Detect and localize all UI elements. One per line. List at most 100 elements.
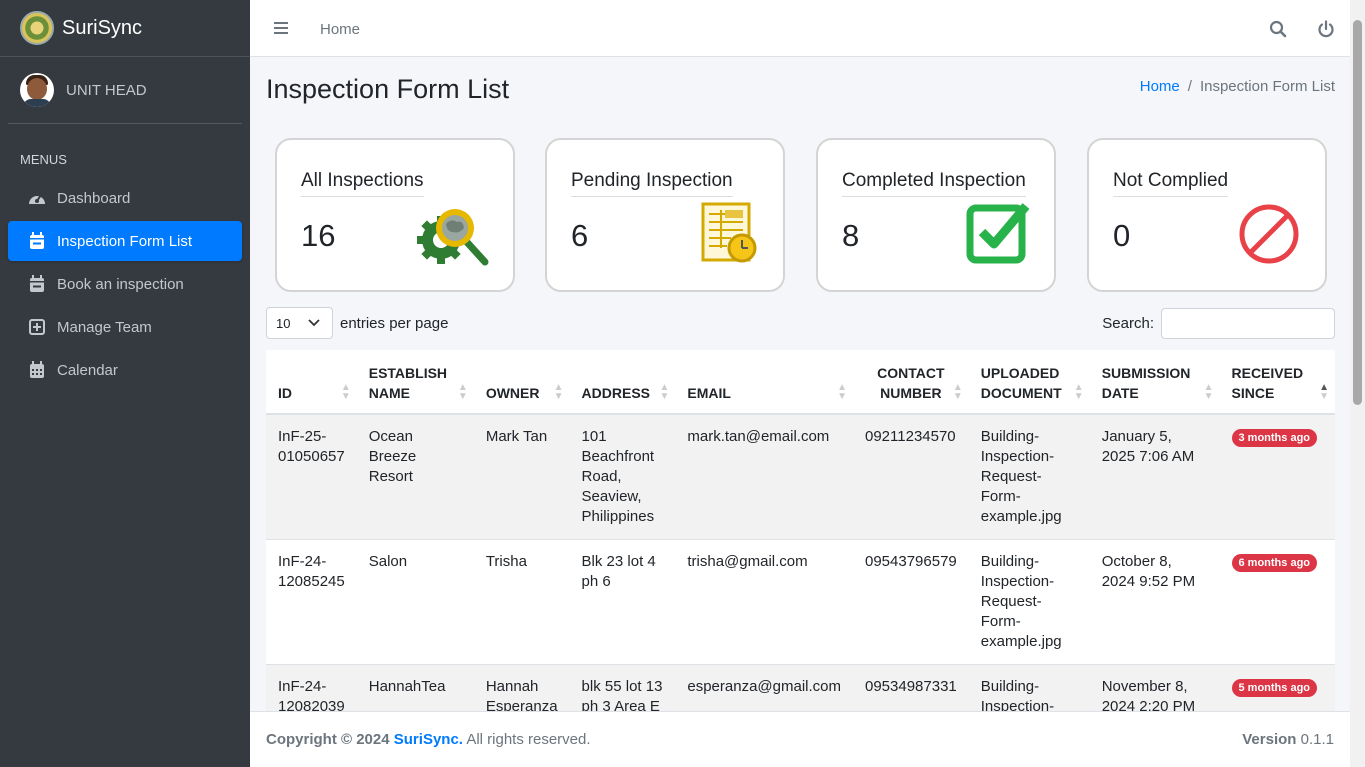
- cell-id: InF-25-01050657: [266, 413, 357, 540]
- cell-address: blk 55 lot 13 ph 3 Area E: [569, 664, 676, 711]
- cell-id: InF-24-12082039: [266, 664, 357, 711]
- cell-since: 3 months ago: [1219, 413, 1335, 540]
- sidebar-item-dashboard[interactable]: Dashboard: [8, 178, 242, 218]
- nav-header: MENUS: [20, 152, 67, 167]
- cell-name: HannahTea: [356, 664, 474, 711]
- sidebar-item-label: Dashboard: [57, 189, 131, 207]
- search-input[interactable]: [1161, 308, 1335, 339]
- status-badge: 3 months ago: [1231, 429, 1318, 447]
- breadcrumb: Home / Inspection Form List: [1140, 78, 1335, 95]
- cell-name: Ocean Breeze Resort: [356, 413, 474, 540]
- card-value: 8: [842, 218, 860, 253]
- footer-copyright: Copyright © 2024 SuriSync. All rights re…: [266, 731, 591, 748]
- sidebar-item-calendar[interactable]: Calendar: [8, 350, 242, 390]
- sidebar-item-manage-team[interactable]: Manage Team: [8, 307, 242, 347]
- calendar-minus-icon: [26, 232, 48, 250]
- card-value: 0: [1113, 218, 1131, 253]
- card-label: All Inspections: [301, 170, 424, 197]
- footer-version: Version 0.1.1: [1242, 731, 1334, 748]
- brand-link[interactable]: SuriSync: [0, 0, 250, 57]
- sidebar-item-book-inspection[interactable]: Book an inspection: [8, 264, 242, 304]
- main-content: Inspection Form List Home / Inspection For…: [250, 57, 1350, 711]
- cell-address: 101 Beachfront Road, Seaview, Philippine…: [569, 413, 676, 540]
- avatar: [20, 73, 54, 107]
- column-header-address[interactable]: ADDRESS ▲ ▼: [569, 350, 676, 415]
- power-icon[interactable]: [1302, 0, 1350, 57]
- calendar-icon: [26, 361, 48, 379]
- footer-brand-link[interactable]: SuriSync.: [394, 731, 463, 748]
- entries-label: entries per page: [340, 314, 449, 332]
- cell-owner: Mark Tan: [473, 413, 570, 540]
- entries-select-value: 10: [276, 315, 291, 331]
- column-header-received-since[interactable]: RECEIVED SINCE ▲ ▼: [1219, 350, 1335, 415]
- entries-control: 10 entries per page: [266, 307, 448, 339]
- sidebar-item-label: Inspection Form List: [57, 232, 193, 250]
- sidebar-item-label: Manage Team: [57, 318, 152, 336]
- status-badge: 5 months ago: [1231, 679, 1318, 697]
- cell-email: esperanza@gmail.com: [675, 664, 853, 711]
- cell-contact: 09211234570: [853, 413, 969, 540]
- table-row[interactable]: InF-25-01050657 Ocean Breeze Resort Mark…: [266, 413, 1335, 540]
- cell-date: November 8, 2024 2:20 PM: [1089, 664, 1220, 711]
- sidebar-item-label: Calendar: [57, 361, 118, 379]
- card-not-complied[interactable]: Not Complied 0: [1087, 138, 1327, 292]
- brand-logo-icon: [20, 11, 54, 45]
- breadcrumb-home-link[interactable]: Home: [1140, 78, 1180, 95]
- sidebar: SuriSync UNIT HEAD MENUS Dashboard Inspe…: [0, 0, 250, 767]
- menu-toggle-icon[interactable]: [274, 22, 288, 34]
- dashboard-gauge-icon: [26, 189, 48, 207]
- chevron-down-icon: [308, 319, 320, 327]
- search-icon[interactable]: [1254, 0, 1302, 57]
- cell-id: InF-24-12085245: [266, 539, 357, 665]
- cell-owner: Hannah Esperanza: [473, 664, 570, 711]
- cell-date: October 8, 2024 9:52 PM: [1089, 539, 1220, 665]
- card-label: Not Complied: [1113, 170, 1229, 197]
- cell-contact: 09543796579: [853, 539, 969, 665]
- column-header-uploaded-document[interactable]: UPLOADED DOCUMENT ▲ ▼: [968, 350, 1090, 415]
- footer: Copyright © 2024 SuriSync. All rights re…: [250, 711, 1350, 767]
- scrollbar-thumb[interactable]: [1353, 20, 1362, 405]
- calendar-minus-icon: [26, 275, 48, 293]
- card-label: Completed Inspection: [842, 170, 1026, 197]
- checkbox-icon: [966, 202, 1030, 269]
- magnifier-gear-icon: [415, 202, 491, 273]
- status-badge: 6 months ago: [1231, 554, 1318, 572]
- cell-since: 6 months ago: [1219, 539, 1335, 665]
- column-header-email[interactable]: EMAIL ▲ ▼: [675, 350, 853, 415]
- cell-owner: Trisha: [473, 539, 570, 665]
- prohibited-icon: [1237, 202, 1301, 271]
- user-panel[interactable]: UNIT HEAD: [8, 57, 242, 124]
- card-value: 6: [571, 218, 589, 253]
- page-scrollbar[interactable]: [1350, 0, 1365, 767]
- column-header-id[interactable]: ID ▲ ▼: [266, 350, 357, 415]
- card-pending-inspection[interactable]: Pending Inspection 6: [545, 138, 785, 292]
- cell-since: 5 months ago: [1219, 664, 1335, 711]
- cell-contact: 09534987331: [853, 664, 969, 711]
- card-value: 16: [301, 218, 336, 253]
- sidebar-item-inspection-form-list[interactable]: Inspection Form List: [8, 221, 242, 261]
- column-header-establish-name[interactable]: ESTABLISH NAME ▲ ▼: [356, 350, 474, 415]
- topbar-home-link[interactable]: Home: [320, 21, 360, 38]
- document-clock-icon: [701, 202, 759, 269]
- cell-document: Building-Inspection-Request-Form-example…: [968, 664, 1090, 711]
- cell-document: Building-Inspection-Request-Form-example…: [968, 413, 1090, 540]
- page-title: Inspection Form List: [266, 74, 510, 104]
- topbar: Home: [250, 0, 1350, 57]
- table-row[interactable]: InF-24-12085245 Salon Trisha Blk 23 lot …: [266, 539, 1335, 665]
- table-header-row: ID ▲ ▼ ESTABLISH NAME ▲ ▼ OWNER ▲ ▼ ADDRESS ▲ ▼ …: [266, 350, 1335, 415]
- brand-name: SuriSync: [62, 16, 143, 39]
- card-label: Pending Inspection: [571, 170, 733, 197]
- cell-email: trisha@gmail.com: [675, 539, 853, 665]
- card-completed-inspection[interactable]: Completed Inspection 8: [816, 138, 1056, 292]
- table-row[interactable]: InF-24-12082039 HannahTea Hannah Esperan…: [266, 664, 1335, 711]
- column-header-owner[interactable]: OWNER ▲ ▼: [473, 350, 570, 415]
- inspection-table: ID ▲ ▼ ESTABLISH NAME ▲ ▼ OWNER ▲ ▼ ADDRESS ▲ ▼ …: [266, 350, 1335, 711]
- entries-select[interactable]: 10: [266, 307, 333, 339]
- table-search: Search:: [1102, 308, 1335, 339]
- user-role: UNIT HEAD: [66, 81, 147, 99]
- column-header-submission-date[interactable]: SUBMISSION DATE ▲ ▼: [1089, 350, 1220, 415]
- column-header-contact-number[interactable]: CONTACT NUMBER ▲ ▼: [853, 350, 969, 415]
- card-all-inspections[interactable]: All Inspections 16: [275, 138, 515, 292]
- cell-name: Salon: [356, 539, 474, 665]
- cell-address: Blk 23 lot 4 ph 6: [569, 539, 676, 665]
